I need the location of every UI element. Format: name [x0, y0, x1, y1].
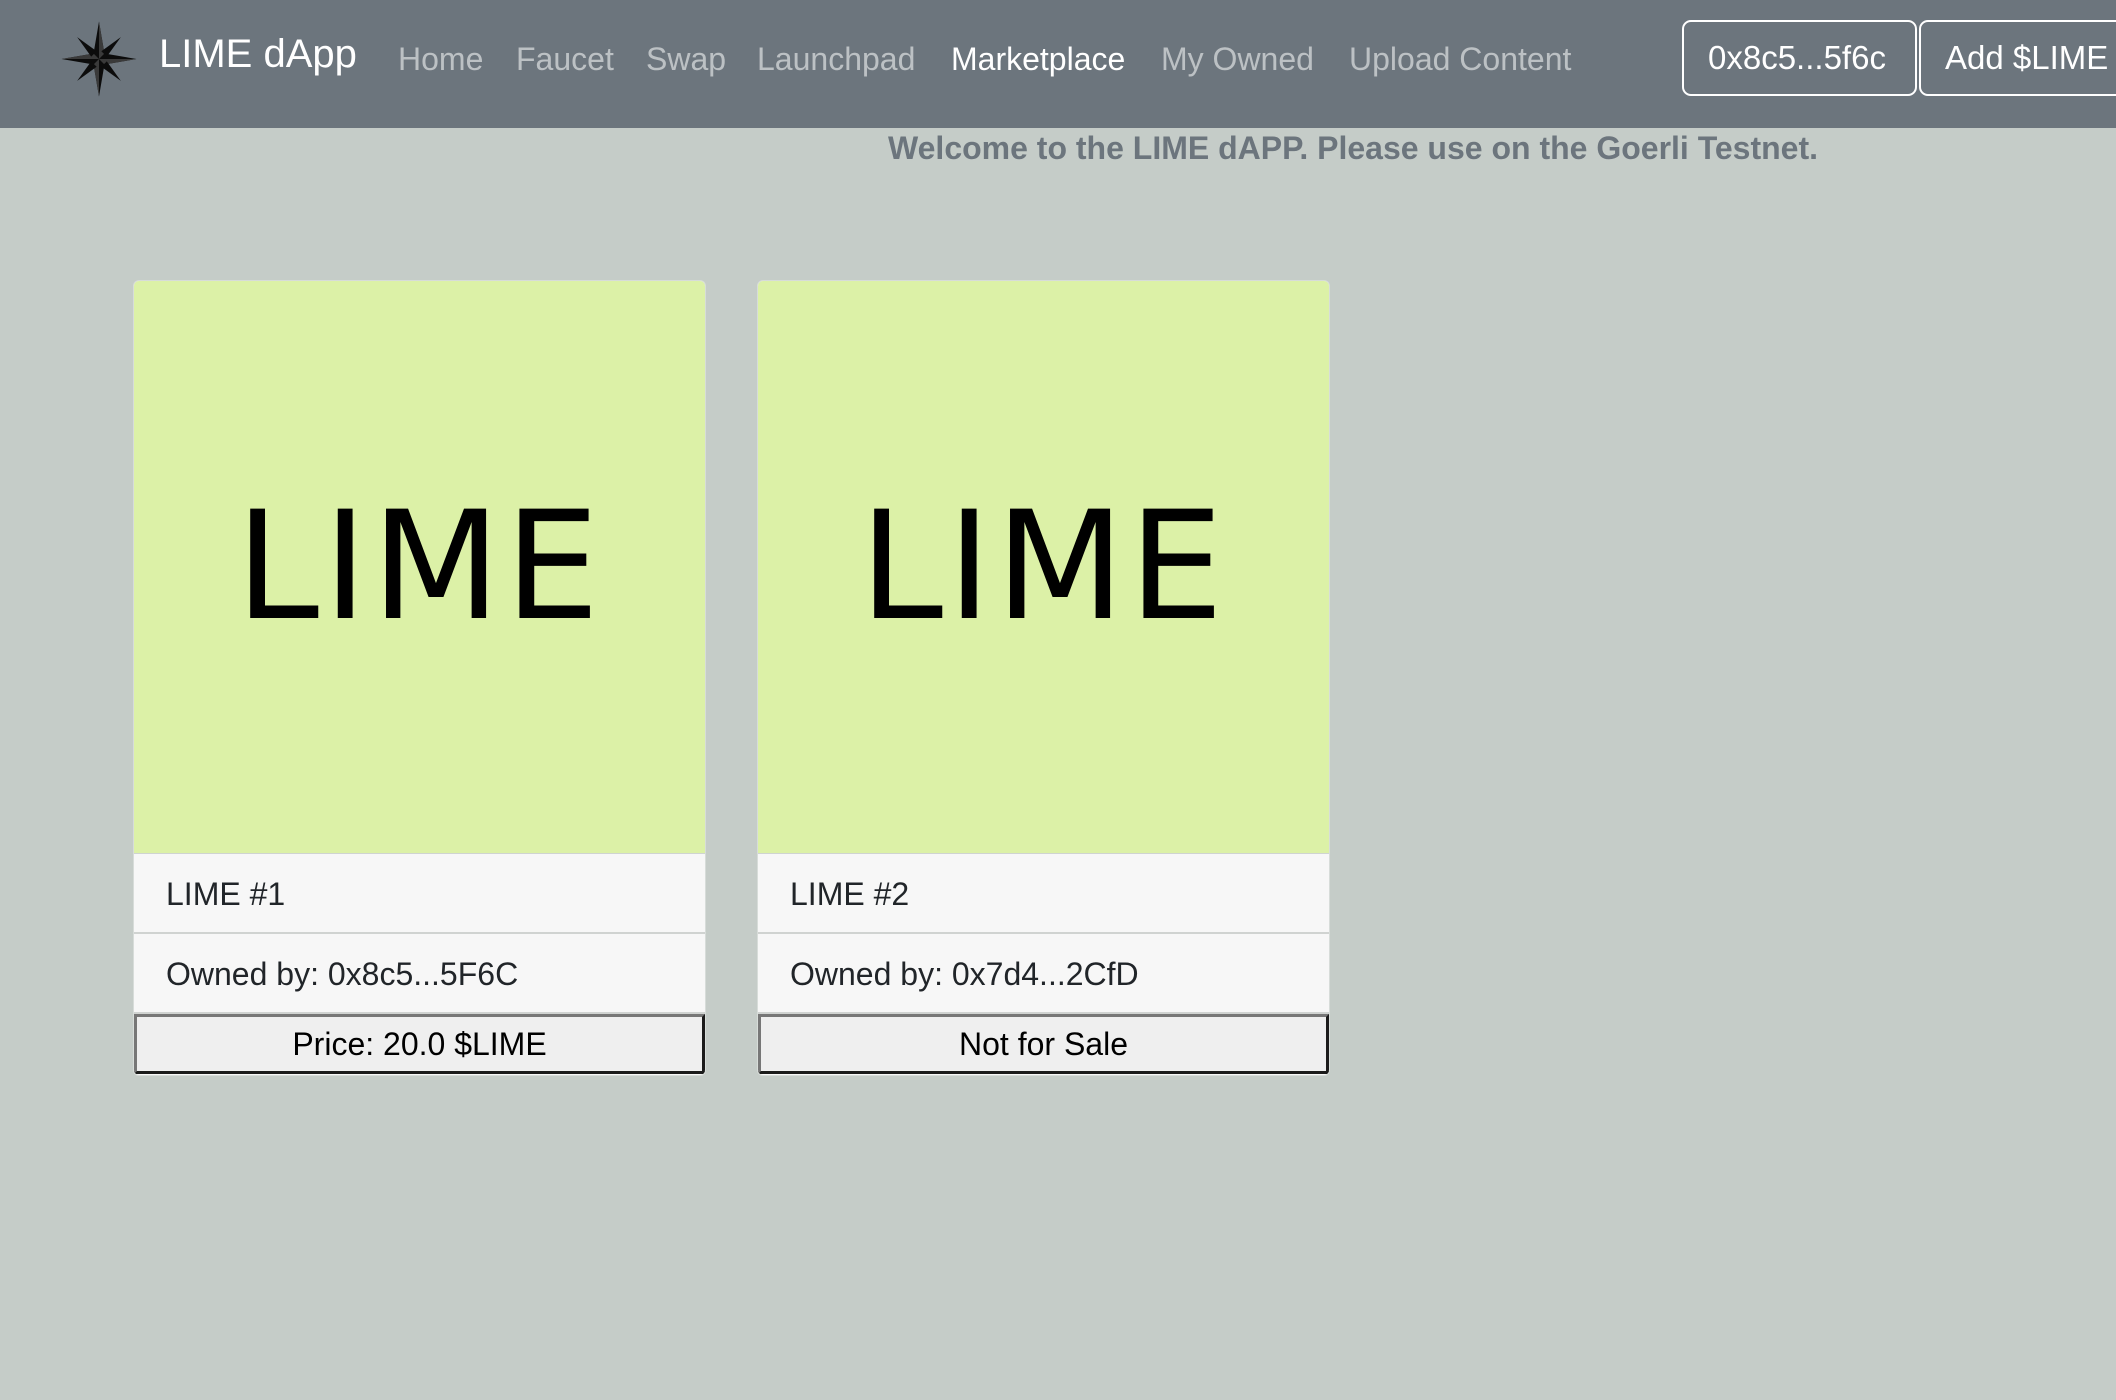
nft-owner: Owned by: 0x8c5...5F6C	[134, 934, 705, 1014]
nav-link-home[interactable]: Home	[398, 38, 483, 80]
nft-image: LIME	[758, 281, 1329, 854]
nft-card: LIME LIME #2 Owned by: 0x7d4...2CfD Not …	[757, 280, 1330, 1076]
welcome-message: Welcome to the LIME dAPP. Please use on …	[888, 130, 1818, 166]
buy-price-button[interactable]: Price: 20.0 $LIME	[134, 1014, 705, 1074]
nft-title: LIME #1	[134, 854, 705, 934]
nft-image: LIME	[134, 281, 705, 854]
nav-link-launchpad[interactable]: Launchpad	[757, 38, 915, 80]
nft-card: LIME LIME #1 Owned by: 0x8c5...5F6C Pric…	[133, 280, 706, 1076]
wallet-address-button[interactable]: 0x8c5...5f6c	[1682, 20, 1917, 96]
nav-link-upload-content[interactable]: Upload Content	[1349, 38, 1571, 80]
brand-title[interactable]: LIME dApp	[159, 28, 357, 80]
nav-link-marketplace[interactable]: Marketplace	[951, 38, 1125, 80]
nft-owner: Owned by: 0x7d4...2CfD	[758, 934, 1329, 1014]
add-lime-token-button[interactable]: Add $LIME t	[1919, 20, 2116, 96]
nav-link-my-owned[interactable]: My Owned	[1161, 38, 1314, 80]
nft-title: LIME #2	[758, 854, 1329, 934]
compass-star-icon[interactable]	[60, 20, 138, 98]
nav-link-faucet[interactable]: Faucet	[516, 38, 614, 80]
not-for-sale-button[interactable]: Not for Sale	[758, 1014, 1329, 1074]
nav-link-swap[interactable]: Swap	[646, 38, 726, 80]
navbar: LIME dApp Home Faucet Swap Launchpad Mar…	[0, 0, 2116, 128]
